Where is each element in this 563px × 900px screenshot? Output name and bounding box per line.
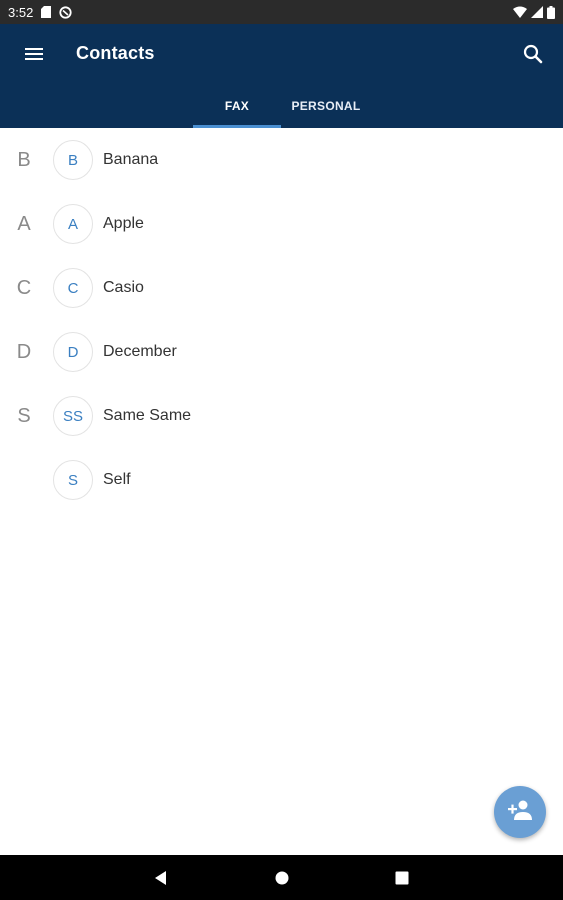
menu-icon[interactable] [22,42,46,66]
section-letter: D [16,340,32,363]
tab-bar: FAX PERSONAL [0,84,563,128]
contact-row-apple[interactable]: A A Apple [0,192,563,256]
back-icon[interactable] [151,868,171,888]
toolbar: Contacts [0,24,563,84]
recents-icon[interactable] [392,868,412,888]
contact-row-same-same[interactable]: S SS Same Same [0,384,563,448]
signal-icon [531,6,543,18]
tab-fax[interactable]: FAX [193,84,281,128]
avatar: C [53,268,93,308]
contact-list: B B Banana A A Apple C C Casio D D Decem… [0,128,563,512]
contact-name: December [103,343,177,360]
app-bar: Contacts FAX PERSONAL [0,24,563,128]
wifi-icon [513,6,527,18]
sd-card-icon [41,6,52,18]
status-time: 3:52 [8,4,34,20]
contact-row-self[interactable]: S Self [0,448,563,512]
contact-row-casio[interactable]: C C Casio [0,256,563,320]
page-title: Contacts [76,43,155,63]
add-person-icon [507,799,533,826]
home-icon[interactable] [272,868,292,888]
section-letter: A [17,212,31,235]
contact-row-december[interactable]: D D December [0,320,563,384]
sync-icon [59,5,72,19]
avatar: A [53,204,93,244]
avatar: B [53,140,93,180]
system-nav-bar [0,855,563,900]
section-letter: B [17,148,31,171]
avatar: SS [53,396,93,436]
status-bar: 3:52 [0,0,563,24]
contact-name: Same Same [103,407,192,424]
tab-personal[interactable]: PERSONAL [281,84,371,128]
section-letter: S [17,404,31,427]
contact-name: Banana [103,151,159,168]
avatar: D [53,332,93,372]
battery-icon [547,5,555,19]
section-letter [14,448,34,512]
avatar: S [53,460,93,500]
contact-row-banana[interactable]: B B Banana [0,128,563,192]
contact-name: Self [103,471,131,488]
search-icon[interactable] [521,42,545,66]
contact-name: Casio [103,279,144,296]
contact-name: Apple [103,215,144,232]
add-contact-button[interactable] [494,786,546,838]
section-letter: C [16,276,32,299]
